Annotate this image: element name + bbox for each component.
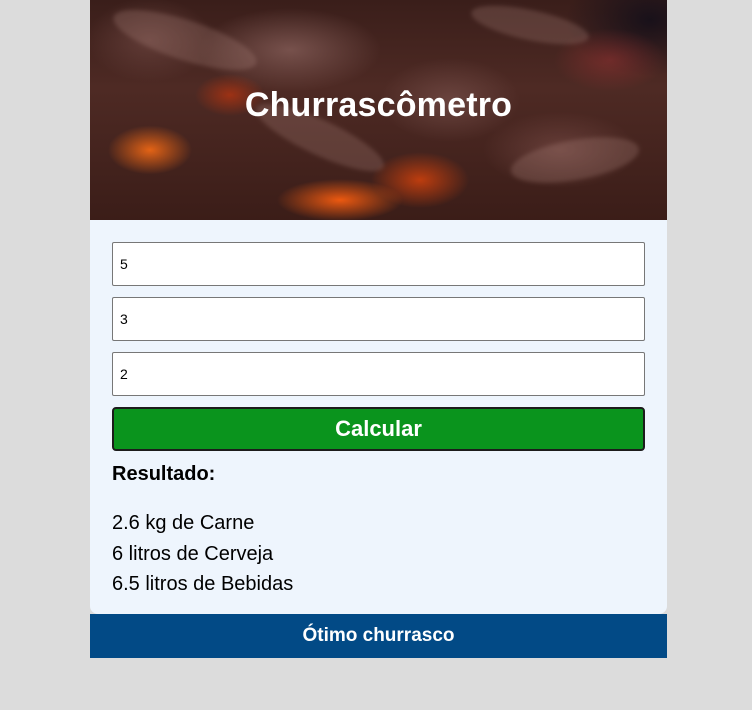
result-heading: Resultado: xyxy=(112,463,216,485)
result-meat: 2.6 kg de Carne xyxy=(112,512,255,534)
result-list: 2.6 kg de Carne 6 litros de Cerveja 6.5 … xyxy=(112,508,645,600)
calculate-button[interactable]: Calcular xyxy=(112,407,645,451)
app-container: Churrascômetro Calcular Resultado: 2.6 k… xyxy=(90,0,667,658)
page-title: Churrascômetro xyxy=(244,86,513,124)
adults-input[interactable] xyxy=(112,242,645,286)
banner-texture xyxy=(507,129,643,191)
banner-texture xyxy=(468,0,592,53)
result-beer: 6 litros de Cerveja xyxy=(112,542,274,565)
children-input[interactable] xyxy=(112,297,645,341)
footer-bar: Ótimo churrasco xyxy=(90,614,667,658)
duration-input[interactable] xyxy=(112,352,645,396)
header-banner: Churrascômetro xyxy=(90,0,667,220)
footer-text: Ótimo churrasco xyxy=(302,625,455,646)
result-drinks: 6.5 litros de Bebidas xyxy=(112,573,294,595)
calculator-panel: Calcular Resultado: 2.6 kg de Carne 6 li… xyxy=(90,220,667,614)
banner-texture xyxy=(107,0,263,83)
